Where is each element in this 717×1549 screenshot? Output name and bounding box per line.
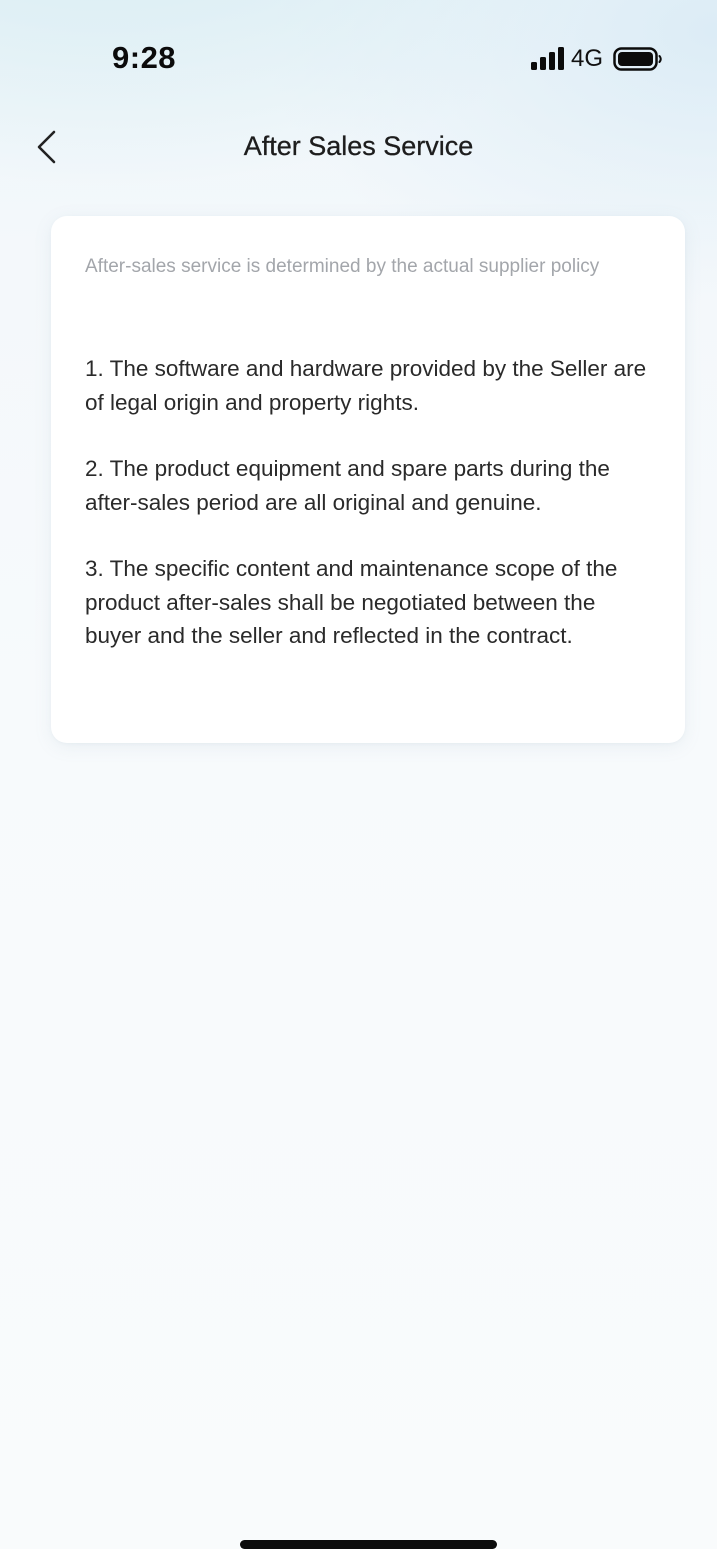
status-bar: 9:28 4G bbox=[0, 0, 717, 110]
status-time: 9:28 bbox=[112, 40, 177, 75]
terms-list: 1. The software and hardware provided by… bbox=[85, 352, 653, 653]
page-title: After Sales Service bbox=[243, 131, 474, 161]
network-label: 4G bbox=[570, 45, 603, 72]
battery-icon bbox=[613, 47, 662, 71]
terms-item-genuine-parts: 2. The product equipment and spare parts… bbox=[85, 456, 610, 515]
supplier-policy-note: After-sales service is determined by the… bbox=[85, 256, 600, 277]
status-indicators: 4G bbox=[530, 44, 663, 74]
terms-item-maintenance-scope: 3. The specific content and maintenance … bbox=[85, 556, 618, 648]
after-sales-card: After-sales service is determined by the… bbox=[51, 216, 685, 743]
nav-bar: After Sales Service bbox=[0, 112, 717, 182]
terms-item-legal-origin: 1. The software and hardware provided by… bbox=[85, 356, 647, 415]
signal-icon bbox=[530, 47, 564, 70]
home-indicator[interactable] bbox=[240, 1540, 497, 1549]
